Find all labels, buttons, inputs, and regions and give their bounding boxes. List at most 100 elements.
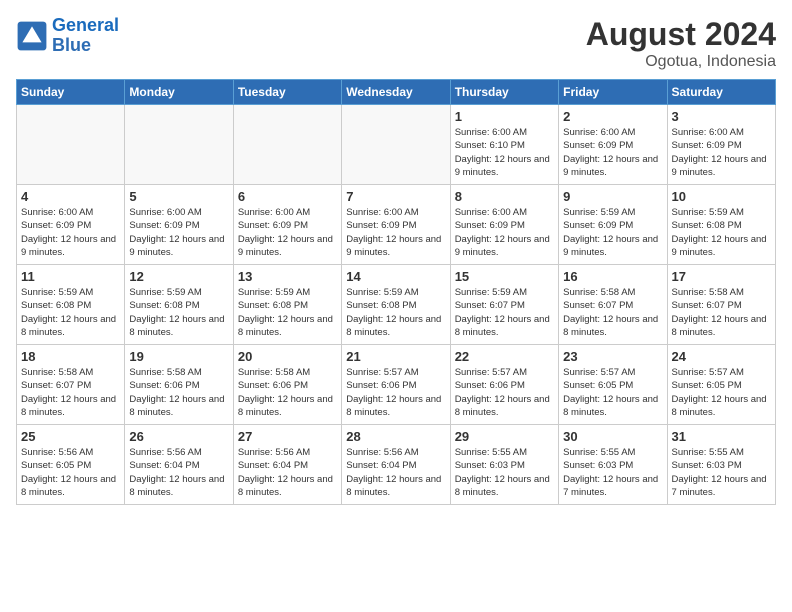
calendar-cell: 20 Sunrise: 5:58 AM Sunset: 6:06 PM Dayli…: [233, 345, 341, 425]
header-sunday: Sunday: [17, 80, 125, 105]
day-info: Sunrise: 5:58 AM Sunset: 6:07 PM Dayligh…: [563, 286, 662, 339]
day-info: Sunrise: 5:56 AM Sunset: 6:04 PM Dayligh…: [129, 446, 228, 499]
day-info: Sunrise: 5:58 AM Sunset: 6:07 PM Dayligh…: [21, 366, 120, 419]
calendar-cell: 8Sunrise: 6:00 AM Sunset: 6:09 PM Daylig…: [450, 185, 558, 265]
day-info: Sunrise: 5:58 AM Sunset: 6:06 PM Dayligh…: [238, 366, 337, 419]
page-header: GeneralBlue August 2024 Ogotua, Indonesi…: [16, 16, 776, 71]
day-info: Sunrise: 5:58 AM Sunset: 6:07 PM Dayligh…: [672, 286, 771, 339]
calendar-cell: 4 Sunrise: 6:00 AM Sunset: 6:09 PM Daylig…: [17, 185, 125, 265]
calendar-cell: [233, 105, 341, 185]
day-info: Sunrise: 5:56 AM Sunset: 6:05 PM Dayligh…: [21, 446, 120, 499]
day-info: Sunrise: 5:56 AM Sunset: 6:04 PM Dayligh…: [346, 446, 445, 499]
day-info: Sunrise: 6:00 AM Sunset: 6:09 PM Dayligh…: [346, 206, 445, 259]
calendar-cell: 31 Sunrise: 5:55 AM Sunset: 6:03 PM Dayli…: [667, 425, 775, 505]
calendar-cell: 22Sunrise: 5:57 AM Sunset: 6:06 PM Dayli…: [450, 345, 558, 425]
day-number: 11: [21, 269, 120, 284]
day-number: 1: [455, 109, 554, 124]
day-number: 15: [455, 269, 554, 284]
header-wednesday: Wednesday: [342, 80, 450, 105]
calendar-cell: 17Sunrise: 5:58 AM Sunset: 6:07 PM Dayli…: [667, 265, 775, 345]
day-number: 7: [346, 189, 445, 204]
title-block: August 2024 Ogotua, Indonesia: [586, 16, 776, 71]
calendar-cell: 10 Sunrise: 5:59 AM Sunset: 6:08 PM Dayli…: [667, 185, 775, 265]
calendar-cell: 15 Sunrise: 5:59 AM Sunset: 6:07 PM Dayli…: [450, 265, 558, 345]
day-number: 3: [672, 109, 771, 124]
calendar-cell: 11 Sunrise: 5:59 AM Sunset: 6:08 PM Dayli…: [17, 265, 125, 345]
calendar-cell: 3Sunrise: 6:00 AM Sunset: 6:09 PM Daylig…: [667, 105, 775, 185]
day-info: Sunrise: 5:57 AM Sunset: 6:05 PM Dayligh…: [672, 366, 771, 419]
calendar-cell: 29 Sunrise: 5:55 AM Sunset: 6:03 PM Dayli…: [450, 425, 558, 505]
calendar-cell: 24 Sunrise: 5:57 AM Sunset: 6:05 PM Dayli…: [667, 345, 775, 425]
day-number: 14: [346, 269, 445, 284]
calendar-header-row: SundayMondayTuesdayWednesdayThursdayFrid…: [17, 80, 776, 105]
day-number: 6: [238, 189, 337, 204]
day-number: 9: [563, 189, 662, 204]
calendar-week-3: 11 Sunrise: 5:59 AM Sunset: 6:08 PM Dayli…: [17, 265, 776, 345]
day-info: Sunrise: 5:59 AM Sunset: 6:08 PM Dayligh…: [238, 286, 337, 339]
day-number: 2: [563, 109, 662, 124]
header-saturday: Saturday: [667, 80, 775, 105]
day-info: Sunrise: 5:59 AM Sunset: 6:08 PM Dayligh…: [21, 286, 120, 339]
day-info: Sunrise: 5:59 AM Sunset: 6:07 PM Dayligh…: [455, 286, 554, 339]
day-number: 5: [129, 189, 228, 204]
day-number: 8: [455, 189, 554, 204]
calendar-cell: 16 Sunrise: 5:58 AM Sunset: 6:07 PM Dayli…: [559, 265, 667, 345]
day-info: Sunrise: 6:00 AM Sunset: 6:09 PM Dayligh…: [129, 206, 228, 259]
logo-icon: [16, 20, 48, 52]
calendar-cell: 5 Sunrise: 6:00 AM Sunset: 6:09 PM Daylig…: [125, 185, 233, 265]
day-number: 20: [238, 349, 337, 364]
day-number: 27: [238, 429, 337, 444]
calendar-cell: 14Sunrise: 5:59 AM Sunset: 6:08 PM Dayli…: [342, 265, 450, 345]
calendar-cell: [125, 105, 233, 185]
day-number: 16: [563, 269, 662, 284]
logo: GeneralBlue: [16, 16, 119, 56]
calendar-cell: 18 Sunrise: 5:58 AM Sunset: 6:07 PM Dayli…: [17, 345, 125, 425]
calendar-week-4: 18 Sunrise: 5:58 AM Sunset: 6:07 PM Dayli…: [17, 345, 776, 425]
header-tuesday: Tuesday: [233, 80, 341, 105]
day-number: 24: [672, 349, 771, 364]
calendar-cell: 30 Sunrise: 5:55 AM Sunset: 6:03 PM Dayli…: [559, 425, 667, 505]
subtitle: Ogotua, Indonesia: [586, 53, 776, 71]
calendar-cell: 9 Sunrise: 5:59 AM Sunset: 6:09 PM Daylig…: [559, 185, 667, 265]
calendar-cell: [17, 105, 125, 185]
day-number: 21: [346, 349, 445, 364]
day-number: 26: [129, 429, 228, 444]
day-number: 19: [129, 349, 228, 364]
day-number: 18: [21, 349, 120, 364]
day-number: 10: [672, 189, 771, 204]
day-info: Sunrise: 5:57 AM Sunset: 6:06 PM Dayligh…: [346, 366, 445, 419]
header-friday: Friday: [559, 80, 667, 105]
calendar-cell: 19Sunrise: 5:58 AM Sunset: 6:06 PM Dayli…: [125, 345, 233, 425]
header-thursday: Thursday: [450, 80, 558, 105]
calendar-table: SundayMondayTuesdayWednesdayThursdayFrid…: [16, 79, 776, 505]
day-info: Sunrise: 6:00 AM Sunset: 6:10 PM Dayligh…: [455, 126, 554, 179]
calendar-cell: 23Sunrise: 5:57 AM Sunset: 6:05 PM Dayli…: [559, 345, 667, 425]
calendar-week-2: 4 Sunrise: 6:00 AM Sunset: 6:09 PM Daylig…: [17, 185, 776, 265]
day-number: 29: [455, 429, 554, 444]
day-info: Sunrise: 5:57 AM Sunset: 6:06 PM Dayligh…: [455, 366, 554, 419]
calendar-cell: 13Sunrise: 5:59 AM Sunset: 6:08 PM Dayli…: [233, 265, 341, 345]
day-number: 30: [563, 429, 662, 444]
day-number: 31: [672, 429, 771, 444]
day-info: Sunrise: 5:55 AM Sunset: 6:03 PM Dayligh…: [455, 446, 554, 499]
calendar-cell: 12 Sunrise: 5:59 AM Sunset: 6:08 PM Dayli…: [125, 265, 233, 345]
day-info: Sunrise: 5:57 AM Sunset: 6:05 PM Dayligh…: [563, 366, 662, 419]
calendar-cell: 2Sunrise: 6:00 AM Sunset: 6:09 PM Daylig…: [559, 105, 667, 185]
day-info: Sunrise: 5:56 AM Sunset: 6:04 PM Dayligh…: [238, 446, 337, 499]
day-number: 28: [346, 429, 445, 444]
day-info: Sunrise: 5:59 AM Sunset: 6:08 PM Dayligh…: [129, 286, 228, 339]
day-info: Sunrise: 6:00 AM Sunset: 6:09 PM Dayligh…: [21, 206, 120, 259]
calendar-cell: 7 Sunrise: 6:00 AM Sunset: 6:09 PM Daylig…: [342, 185, 450, 265]
logo-text: GeneralBlue: [52, 16, 119, 56]
calendar-cell: [342, 105, 450, 185]
day-info: Sunrise: 5:55 AM Sunset: 6:03 PM Dayligh…: [563, 446, 662, 499]
day-number: 25: [21, 429, 120, 444]
day-number: 12: [129, 269, 228, 284]
day-info: Sunrise: 5:55 AM Sunset: 6:03 PM Dayligh…: [672, 446, 771, 499]
day-info: Sunrise: 5:59 AM Sunset: 6:08 PM Dayligh…: [672, 206, 771, 259]
calendar-cell: 27 Sunrise: 5:56 AM Sunset: 6:04 PM Dayli…: [233, 425, 341, 505]
day-number: 4: [21, 189, 120, 204]
calendar-cell: 26 Sunrise: 5:56 AM Sunset: 6:04 PM Dayli…: [125, 425, 233, 505]
day-info: Sunrise: 5:59 AM Sunset: 6:09 PM Dayligh…: [563, 206, 662, 259]
calendar-cell: 1 Sunrise: 6:00 AM Sunset: 6:10 PM Daylig…: [450, 105, 558, 185]
